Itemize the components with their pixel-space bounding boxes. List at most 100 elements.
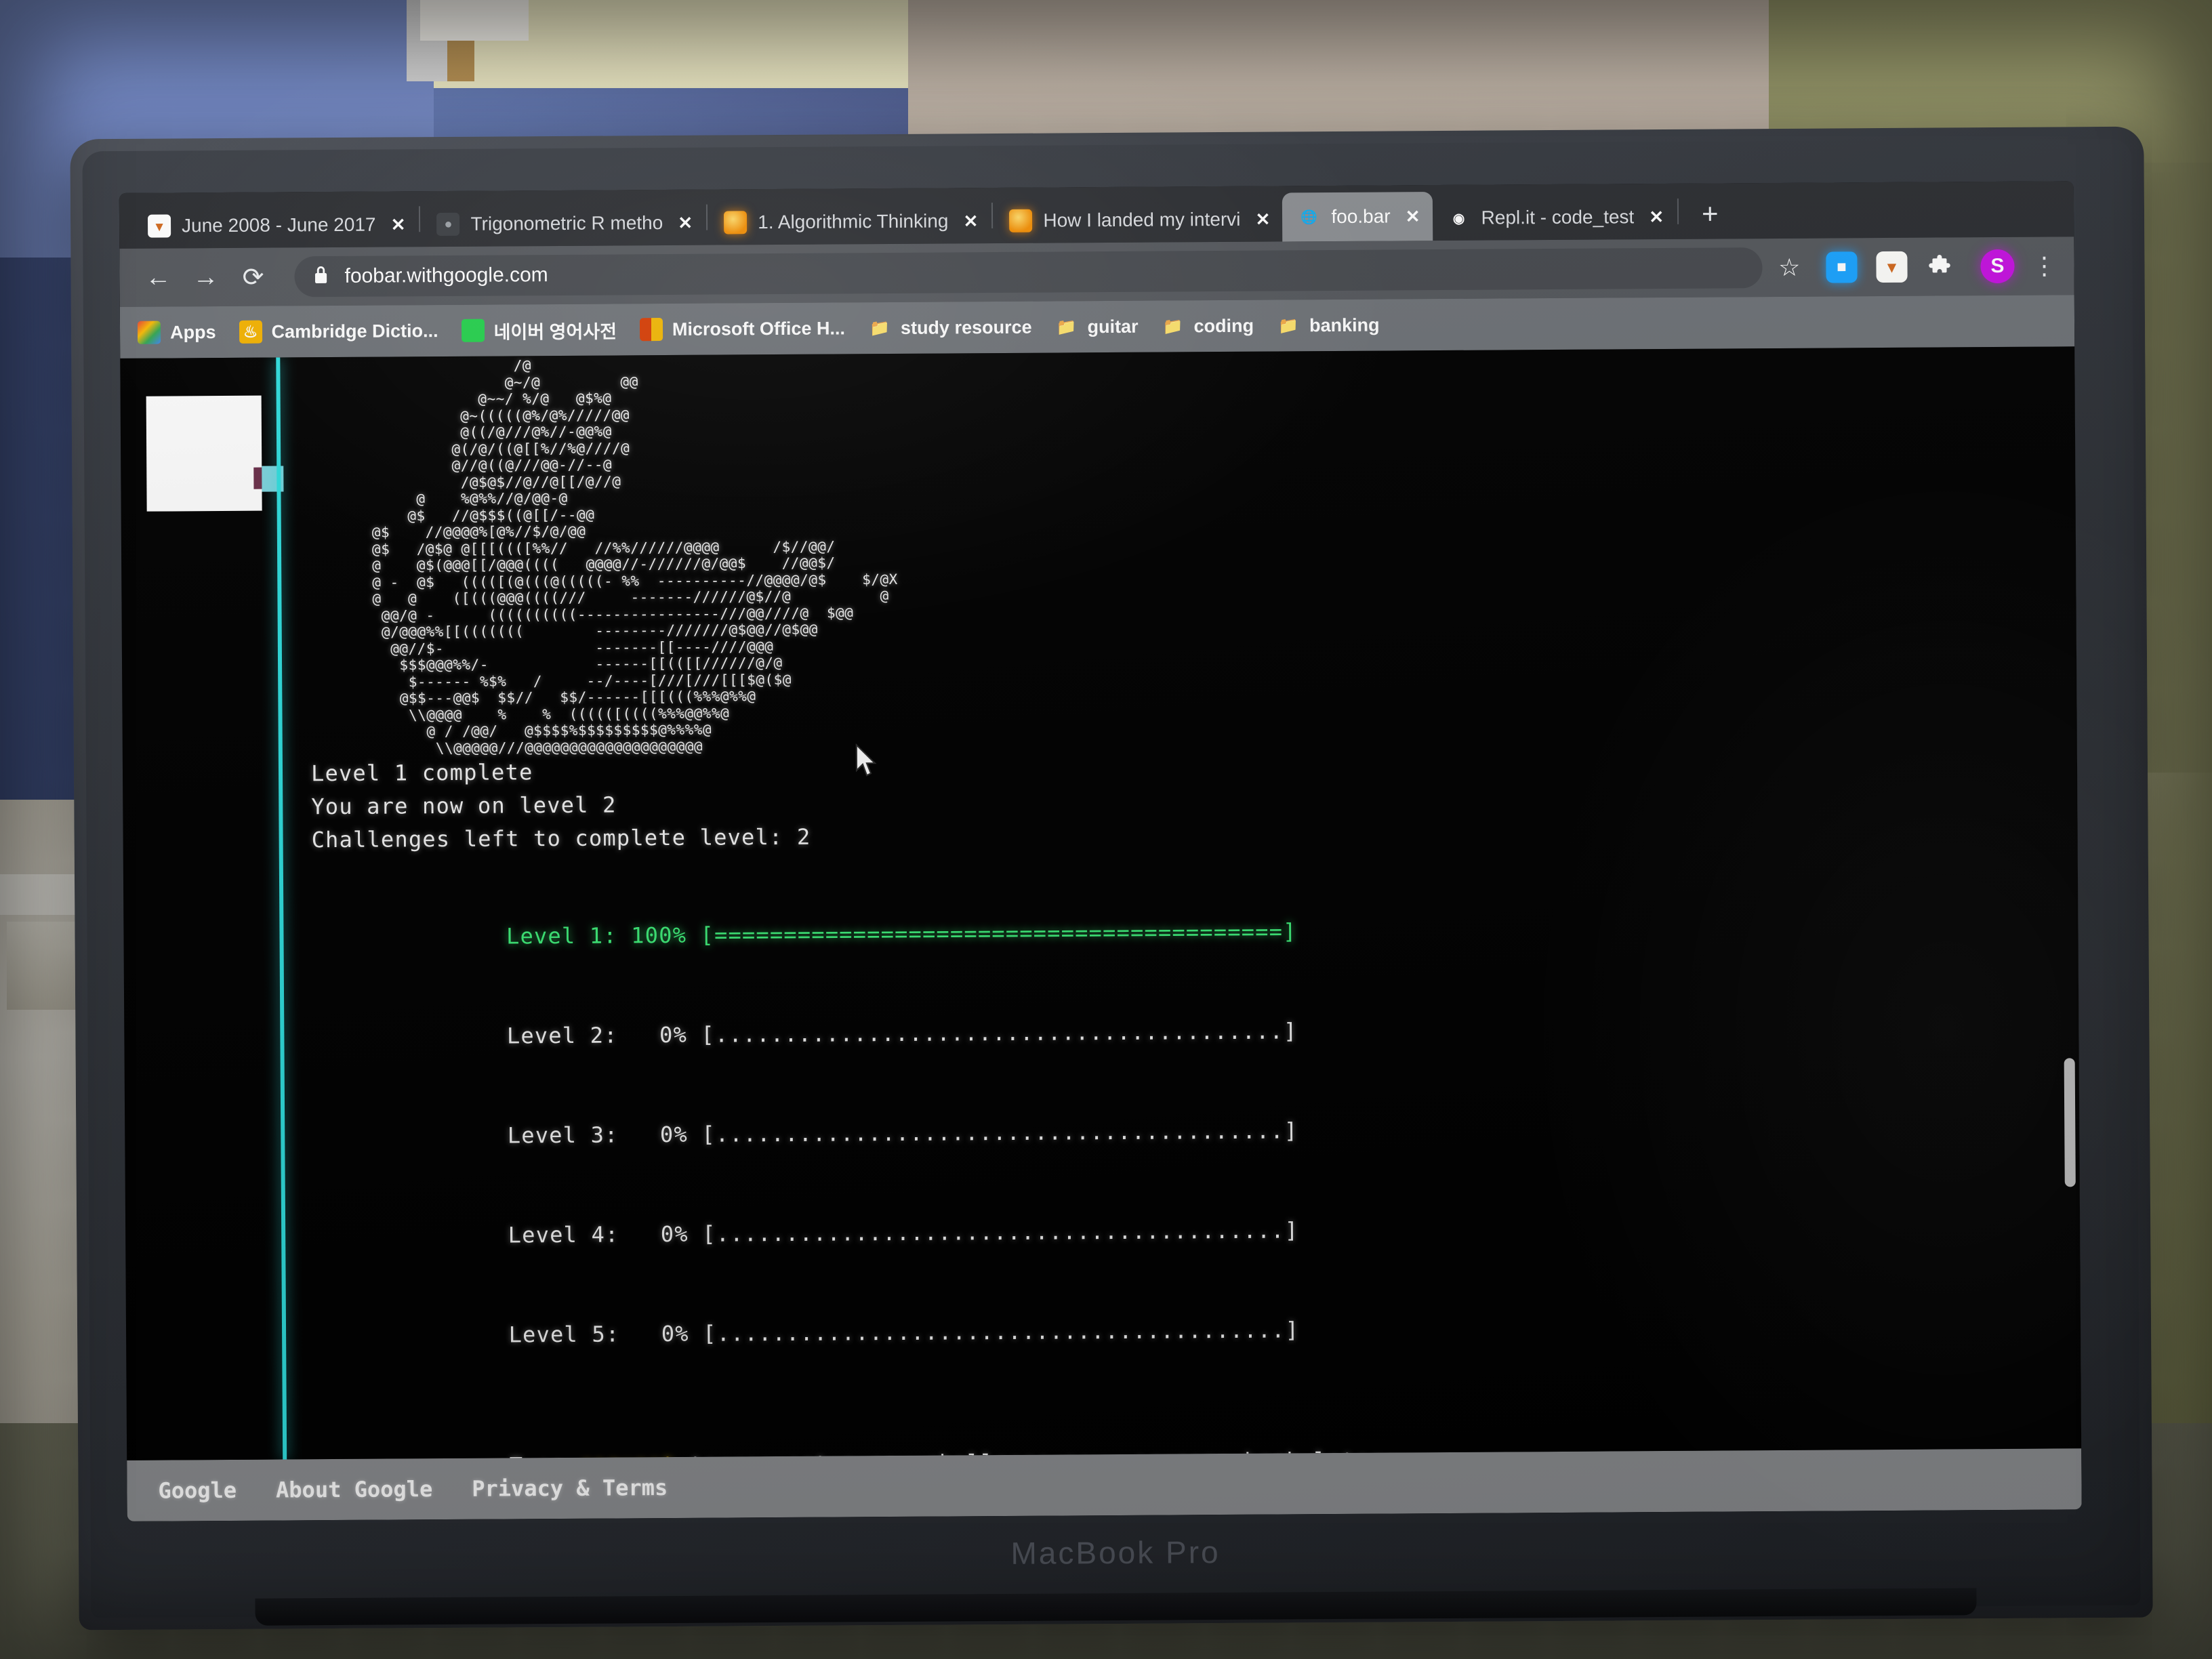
- tab-title: How I landed my intervi: [1043, 208, 1241, 231]
- footer-link-about-google[interactable]: About Google: [276, 1476, 432, 1502]
- page-scrollbar[interactable]: [2064, 1058, 2076, 1187]
- bookmark-folder-banking[interactable]: 📁 banking: [1277, 314, 1380, 337]
- tab-separator: [991, 203, 994, 229]
- tab-title: Repl.it - code_test: [1481, 206, 1635, 228]
- bookmark-label: guitar: [1087, 316, 1139, 337]
- level-bar: [.......................................…: [703, 1317, 1300, 1347]
- bookmark-label: banking: [1309, 314, 1380, 335]
- lock-glyph: [314, 266, 327, 283]
- footer-link-privacy-terms[interactable]: Privacy & Terms: [472, 1475, 668, 1502]
- replit-icon: ◉: [1452, 211, 1465, 226]
- bookmark-star-icon[interactable]: ☆: [1778, 253, 1801, 282]
- back-button[interactable]: ←: [137, 256, 179, 298]
- chrome-menu-button[interactable]: ⋮: [2032, 251, 2056, 280]
- browser-tab-0[interactable]: ▾ June 2008 - June 2017 ✕: [133, 202, 418, 249]
- tab-title: 1. Algorithmic Thinking: [758, 210, 949, 233]
- browser-tab-4-active[interactable]: 🌐 foo.bar ✕: [1282, 192, 1433, 242]
- level-bar: [.......................................…: [701, 1118, 1298, 1147]
- foobar-logo: [146, 395, 262, 512]
- tab-separator: [706, 204, 708, 230]
- close-icon[interactable]: ✕: [1646, 207, 1666, 227]
- level-progress-row-5: Level 5: 0% [...........................…: [314, 1275, 2081, 1386]
- naver-icon: [461, 319, 485, 342]
- browser-tab-1[interactable]: ● Trigonometric R metho ✕: [422, 201, 705, 247]
- bookmark-label: Microsoft Office H...: [672, 317, 846, 340]
- bookmark-folder-guitar[interactable]: 📁 guitar: [1054, 315, 1139, 339]
- bookmark-cambridge[interactable]: ♨ Cambridge Dictio...: [239, 319, 438, 344]
- bookmark-apps[interactable]: Apps: [137, 321, 216, 344]
- notion-extension-icon[interactable]: ▾: [1876, 251, 1908, 283]
- level-progress-row-3: Level 3: 0% [...........................…: [313, 1076, 2080, 1187]
- bookmark-label: 네이버 영어사전: [493, 321, 617, 343]
- level-bar: [.......................................…: [701, 1018, 1298, 1048]
- level-percent: 0%: [659, 1021, 688, 1048]
- page-sidebar: [120, 357, 284, 1460]
- bookmark-folder-coding[interactable]: 📁 coding: [1161, 314, 1254, 338]
- folder-icon: 📁: [1278, 316, 1299, 335]
- bookmark-naver[interactable]: 네이버 영어사전: [461, 316, 617, 344]
- cursor-arrow-icon: [855, 743, 877, 777]
- close-icon[interactable]: ✕: [960, 211, 981, 231]
- close-icon[interactable]: ✕: [1252, 209, 1273, 230]
- folder-icon: 📁: [869, 319, 890, 337]
- level-progress-row-2: Level 2: 0% [...........................…: [312, 977, 2079, 1087]
- tab-separator: [1677, 198, 1679, 224]
- microsoft-office-icon: [639, 318, 663, 342]
- level-label: Level 5:: [508, 1321, 620, 1348]
- lock-icon: [312, 264, 329, 289]
- level-label: Level 4:: [508, 1221, 619, 1248]
- tab-title: June 2008 - June 2017: [181, 213, 376, 237]
- orange-dot-icon: [1009, 209, 1033, 232]
- level-percent: 0%: [660, 1221, 689, 1248]
- level-bar: [=======================================…: [700, 918, 1297, 948]
- puzzle-glyph: [1929, 255, 1950, 273]
- puzzle-extensions-icon[interactable]: [1926, 251, 1957, 282]
- apps-grid-icon: [137, 321, 161, 344]
- level-progress-row-4: Level 4: 0% [...........................…: [314, 1176, 2081, 1286]
- bookmark-label: study resource: [900, 316, 1032, 338]
- browser-tab-5[interactable]: ◉ Repl.it - code_test ✕: [1432, 194, 1676, 241]
- cambridge-icon: ♨: [239, 320, 262, 344]
- close-icon[interactable]: ✕: [1402, 206, 1422, 226]
- level-label: Level 1:: [506, 922, 617, 949]
- globe-icon: 🌐: [1300, 209, 1317, 225]
- tab-title: foo.bar: [1331, 205, 1391, 227]
- bookmark-folder-study-resource[interactable]: 📁 study resource: [868, 316, 1032, 340]
- dark-circle-icon: ●: [436, 212, 460, 237]
- orange-dot-icon: [724, 211, 747, 234]
- avatar[interactable]: S: [1980, 249, 2015, 284]
- address-bar[interactable]: foobar.withgoogle.com: [294, 247, 1763, 298]
- forward-button[interactable]: →: [184, 256, 226, 298]
- browser-tab-3[interactable]: How I landed my intervi ✕: [994, 197, 1282, 243]
- level-label: Level 2:: [506, 1022, 618, 1049]
- notion-icon: ▾: [147, 214, 171, 238]
- level-percent: 0%: [659, 1121, 689, 1148]
- photo-scene: ▾ June 2008 - June 2017 ✕ ● Trigonometri…: [0, 0, 2212, 1659]
- folder-icon: 📁: [1056, 317, 1077, 336]
- laptop-device: ▾ June 2008 - June 2017 ✕ ● Trigonometri…: [70, 126, 2153, 1631]
- tab-title: Trigonometric R metho: [470, 212, 663, 234]
- footer-link-google[interactable]: Google: [158, 1477, 237, 1504]
- foobar-terminal[interactable]: /@ @~/@ @@ @~~/ %/@ @$%@ @~(((((@%/@%///…: [276, 346, 2081, 1460]
- page-content: /@ @~/@ @@ @~~/ %/@ @$%@ @~(((((@%/@%///…: [120, 346, 2082, 1460]
- close-icon[interactable]: ✕: [675, 212, 695, 233]
- new-tab-button[interactable]: +: [1692, 198, 1727, 233]
- folder-icon: 📁: [1162, 316, 1183, 336]
- blue-extension-icon[interactable]: ■: [1826, 251, 1858, 283]
- bookmark-label: coding: [1193, 315, 1254, 336]
- bookmark-microsoft-office[interactable]: Microsoft Office H...: [639, 316, 846, 342]
- level-progress-row-1: Level 1: 100% [=========================…: [312, 877, 2078, 987]
- reload-button[interactable]: ⟳: [232, 256, 274, 298]
- chrome-browser-window: ▾ June 2008 - June 2017 ✕ ● Trigonometri…: [119, 181, 2082, 1521]
- level-label: Level 3:: [507, 1122, 619, 1149]
- page-footer: Google About Google Privacy & Terms: [127, 1448, 2082, 1521]
- level-percent: 100%: [631, 922, 687, 949]
- bookmark-label: Cambridge Dictio...: [271, 320, 438, 342]
- close-icon[interactable]: ✕: [388, 214, 408, 234]
- browser-tab-2[interactable]: 1. Algorithmic Thinking ✕: [709, 199, 991, 245]
- url-text: foobar.withgoogle.com: [344, 264, 548, 287]
- laptop-screen: ▾ June 2008 - June 2017 ✕ ● Trigonometri…: [119, 181, 2082, 1521]
- tab-separator: [419, 206, 421, 232]
- wall-card: [420, 0, 529, 41]
- level-bar: [.......................................…: [702, 1217, 1299, 1247]
